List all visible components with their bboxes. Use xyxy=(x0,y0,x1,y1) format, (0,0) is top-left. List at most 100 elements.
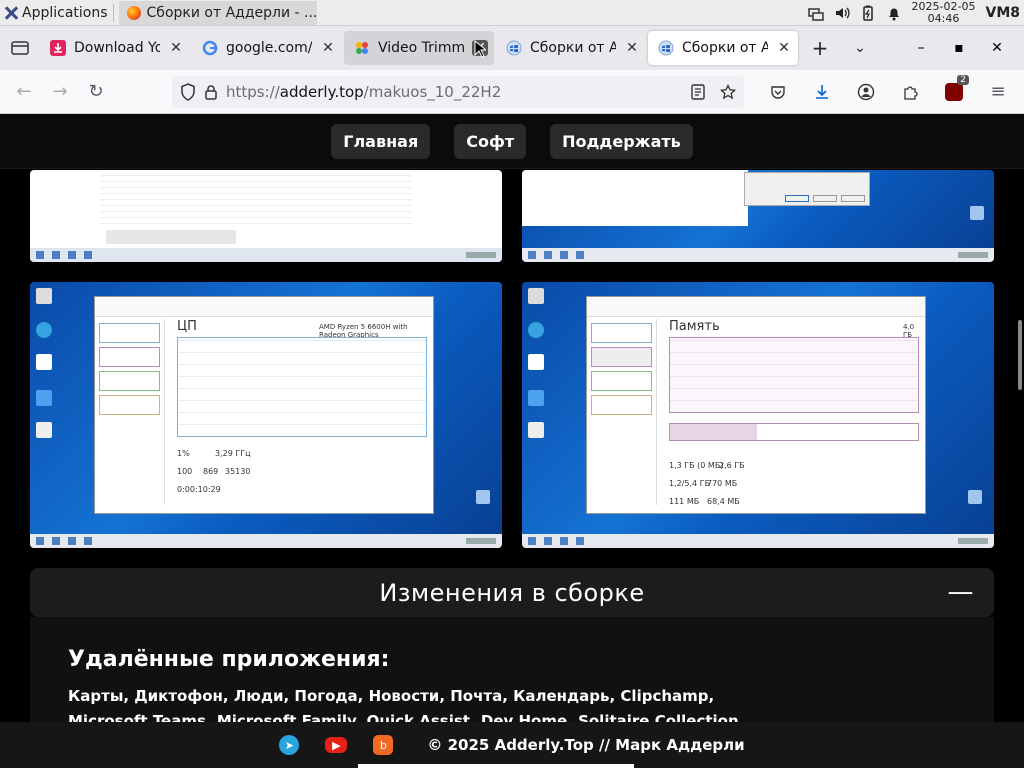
tab-overflow-button[interactable]: ⌄ xyxy=(840,26,880,70)
pocket-button[interactable] xyxy=(760,74,796,110)
telegram-icon[interactable]: ➤ xyxy=(279,735,300,755)
google-icon xyxy=(202,40,218,56)
page-scrollbar[interactable] xyxy=(1018,320,1022,390)
download-arrow-icon xyxy=(816,84,828,99)
horizontal-scroll-indicator xyxy=(358,764,634,768)
edge-icon xyxy=(36,322,52,338)
app-menu-button[interactable]: ≡ xyxy=(980,74,1016,110)
app-shortcut-icon xyxy=(528,422,544,438)
tab-title: Video Trimme xyxy=(378,40,464,56)
clock-date: 2025-02-05 xyxy=(911,0,976,13)
windows-taskbar xyxy=(30,248,502,262)
cpu-handles-value: 35130 xyxy=(225,467,251,476)
task-manager-sidebar xyxy=(95,319,165,505)
dialog-window xyxy=(744,172,870,206)
this-pc-icon xyxy=(36,288,52,304)
this-pc-icon xyxy=(528,288,544,304)
tab-close-button[interactable]: ✕ xyxy=(776,40,792,56)
screenshot-dialog[interactable] xyxy=(522,170,994,262)
footer-copyright: © 2025 Adderly.Top // Марк Аддерли xyxy=(427,736,745,754)
reader-view-icon[interactable] xyxy=(690,83,706,100)
task-manager-window: Память 4,0 ГБ 1,3 ГБ (0 МБ) 2,6 ГБ 1,2/5… xyxy=(586,296,926,514)
taskbar-window-title: Сборки от Аддерли - ... xyxy=(146,4,317,21)
user-menu[interactable]: VM8 xyxy=(985,5,1020,21)
minimize-button[interactable]: – xyxy=(906,40,936,56)
windows-taskbar xyxy=(522,534,994,548)
url-path: /makuos_10_22H2 xyxy=(363,82,502,101)
clock-time: 04:46 xyxy=(927,11,960,25)
url-bar[interactable]: https://adderly.top/makuos_10_22H2 xyxy=(172,75,744,108)
tab-google[interactable]: google.com/sc ✕ xyxy=(192,31,342,65)
taskbar-window-firefox[interactable]: Сборки от Аддерли - ... xyxy=(118,0,317,25)
cpu-processes-value: 100 xyxy=(177,467,193,476)
tab-download-youtube[interactable]: Download You ✕ xyxy=(40,31,190,65)
nav-link-home[interactable]: Главная xyxy=(331,123,431,159)
ublock-button[interactable]: 2 xyxy=(936,74,972,110)
cpu-usage-value: 1% xyxy=(177,449,190,458)
cpu-usage-graph xyxy=(177,337,427,437)
url-scheme: https:// xyxy=(226,82,280,101)
network-icon[interactable] xyxy=(807,5,824,21)
downloads-button[interactable] xyxy=(804,74,840,110)
tab-adderly-active[interactable]: Сборки от Ад ✕ xyxy=(648,31,798,65)
tab-video-trimmer[interactable]: Video Trimme ✕ xyxy=(344,31,494,65)
programs-list-lines xyxy=(100,170,412,224)
new-tab-button[interactable]: + xyxy=(800,26,840,70)
youtube-icon[interactable]: ▶ xyxy=(325,737,348,753)
forward-button[interactable]: → xyxy=(42,74,78,110)
boosty-icon[interactable]: b xyxy=(373,735,394,755)
volume-icon[interactable] xyxy=(834,5,850,21)
app-shortcut-icon xyxy=(528,390,544,406)
list-all-tabs-button[interactable] xyxy=(0,26,40,70)
ublock-icon: 2 xyxy=(945,74,969,101)
reload-button[interactable]: ↻ xyxy=(78,74,114,110)
collapse-icon[interactable]: — xyxy=(948,579,975,605)
memory-cached-value: 770 МБ xyxy=(707,479,738,488)
site-footer: ➤ ▶ b © 2025 Adderly.Top // Марк Аддерли xyxy=(0,722,1024,768)
account-button[interactable] xyxy=(848,74,884,110)
nav-link-soft[interactable]: Софт xyxy=(454,123,527,159)
tab-title: google.com/sc xyxy=(226,40,312,56)
browser-nav-bar: ← → ↻ https://adderly.top/makuos_10_22H2… xyxy=(0,70,1024,114)
screenshot-task-manager-cpu[interactable]: ЦП AMD Ryzen 5 6600H with Radeon Graphic… xyxy=(30,282,502,548)
battery-icon[interactable] xyxy=(860,5,876,21)
video-trimmer-icon xyxy=(354,40,370,56)
arrow-left-icon: ← xyxy=(16,81,32,102)
screenshot-task-manager-memory[interactable]: Память 4,0 ГБ 1,3 ГБ (0 МБ) 2,6 ГБ 1,2/5… xyxy=(522,282,994,548)
explorer-window xyxy=(522,170,748,226)
lock-icon[interactable] xyxy=(204,84,218,100)
firefox-icon xyxy=(126,5,141,20)
puzzle-icon xyxy=(904,85,918,100)
windows-taskbar xyxy=(30,534,502,548)
extensions-button[interactable] xyxy=(892,74,928,110)
task-manager-window: ЦП AMD Ryzen 5 6600H with Radeon Graphic… xyxy=(94,296,434,514)
windows-logo-icon xyxy=(658,40,674,56)
edge-icon xyxy=(528,322,544,338)
back-button[interactable]: ← xyxy=(6,74,42,110)
removed-apps-line-1: Карты, Диктофон, Люди, Погода, Новости, … xyxy=(68,687,715,705)
app-shortcut-icon xyxy=(36,390,52,406)
notifications-bell-icon[interactable] xyxy=(886,5,902,21)
clock[interactable]: 2025-02-05 04:46 xyxy=(911,0,976,25)
applications-label: Applications xyxy=(22,4,108,21)
url-host: adderly.top xyxy=(279,82,364,101)
changes-accordion-header[interactable]: Изменения в сборке — xyxy=(30,568,994,617)
maximize-button[interactable]: ▪ xyxy=(944,40,974,56)
bookmark-star-icon[interactable] xyxy=(720,83,736,100)
tab-adderly-1[interactable]: Сборки от Ад ✕ xyxy=(496,31,646,65)
window-controls: – ▪ ✕ xyxy=(906,40,1024,56)
memory-committed-value: 1,2/5,4 ГБ xyxy=(669,479,711,488)
tab-close-button[interactable]: ✕ xyxy=(168,40,184,56)
shield-icon[interactable] xyxy=(180,82,196,101)
applications-menu[interactable]: Applications xyxy=(0,0,108,25)
screenshot-programs-list[interactable] xyxy=(30,170,502,262)
recycle-bin-icon xyxy=(476,490,490,504)
close-window-button[interactable]: ✕ xyxy=(982,40,1012,56)
recycle-bin-icon xyxy=(968,490,982,504)
tab-close-button[interactable]: ✕ xyxy=(624,40,640,56)
tab-close-button[interactable]: ✕ xyxy=(320,40,336,56)
app-shortcut-icon xyxy=(528,354,544,370)
memory-usage-graph xyxy=(669,337,919,413)
mouse-cursor-icon xyxy=(474,40,486,58)
nav-link-support[interactable]: Поддержать xyxy=(550,123,693,159)
